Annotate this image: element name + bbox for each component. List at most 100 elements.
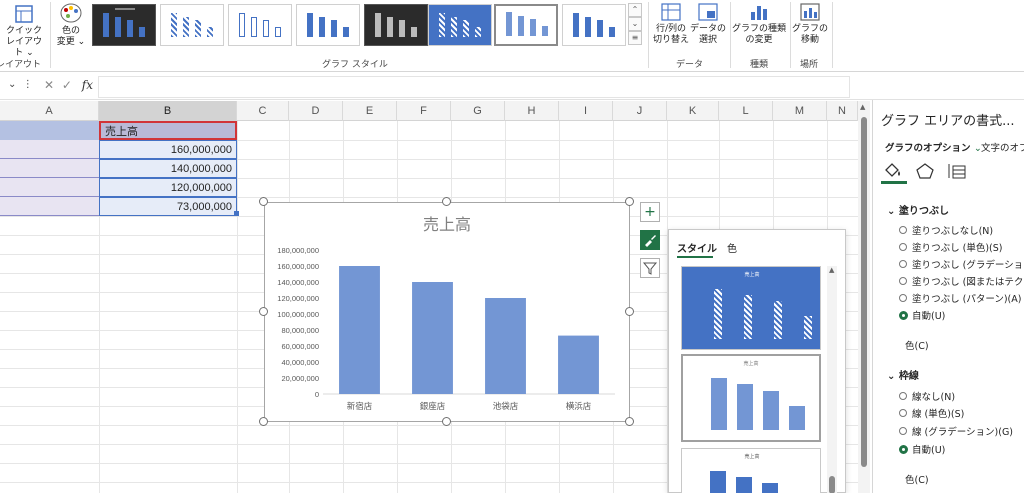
cell-a2[interactable] [0,140,99,159]
size-properties-tab[interactable] [947,162,967,183]
fill-section-header[interactable]: ⌄ 塗りつぶし [887,202,949,217]
resize-handle-ne[interactable] [625,197,634,206]
resize-handle-se[interactable] [625,417,634,426]
fill-handle[interactable] [234,211,239,216]
quick-layout-button[interactable]: クイック レイアウト ⌄ [2,4,46,59]
line-gradient-radio[interactable] [899,427,907,435]
cancel-icon[interactable]: ✕ [44,78,54,92]
column-header-d[interactable]: D [289,101,343,121]
cell-b2[interactable]: 160,000,000 [99,140,237,159]
tab-color[interactable]: 色 [727,240,737,255]
chart-elements-button[interactable]: + [640,202,660,222]
cell-b3[interactable]: 140,000,000 [99,159,237,178]
gallery-scroll-up[interactable]: ⌃ [628,3,642,17]
column-header-g[interactable]: G [451,101,505,121]
style-preview-3[interactable]: 売上高 [681,448,821,493]
line-auto-radio[interactable] [899,445,908,454]
column-header-f[interactable]: F [397,101,451,121]
fill-line-tab[interactable] [881,160,907,184]
bar[interactable] [485,298,526,394]
line-section-header[interactable]: ⌄ 枠線 [887,367,919,382]
line-none-radio[interactable] [899,392,907,400]
chart-filters-button[interactable] [640,258,660,278]
cell-a3[interactable] [0,159,99,178]
column-header-b[interactable]: B [99,101,237,121]
resize-handle-e[interactable] [625,307,634,316]
chart-styles-button[interactable] [640,230,660,250]
switch-row-column-button[interactable]: 行/列の 切り替え [652,2,690,46]
effects-tab[interactable] [915,162,935,183]
gallery-scroll-down[interactable]: ⌄ [628,17,642,31]
fill-solid-radio[interactable] [899,243,907,251]
column-header-h[interactable]: H [505,101,559,121]
resize-handle-w[interactable] [259,307,268,316]
column-header-j[interactable]: J [613,101,667,121]
cell-b5[interactable]: 73,000,000 [99,197,237,216]
cell-b1-header[interactable]: 売上高 [99,121,237,140]
line-none-label[interactable]: 線なし(N) [912,389,955,403]
line-gradient-label[interactable]: 線 (グラデーション)(G) [912,424,1013,438]
chart-area[interactable]: 売上高 0 20,000,000 40,000,000 60,000,000 80,00… [264,202,630,422]
bar[interactable] [558,335,599,394]
graph-options-tab[interactable]: グラフのオプション ⌄ [885,140,982,154]
chart-style-thumb-5[interactable] [364,4,428,46]
cell-a1[interactable] [0,121,99,140]
fill-auto-radio[interactable] [899,311,908,320]
column-header-a[interactable]: A [0,101,99,121]
sheet-vertical-scrollbar[interactable]: ▲ [858,101,870,493]
column-header-n[interactable]: N [827,101,858,121]
line-auto-label[interactable]: 自動(U) [912,442,945,456]
fill-gradient-label[interactable]: 塗りつぶし (グラデーション)(G) [912,257,1024,271]
move-chart-button[interactable]: グラフの 移動 [792,2,828,46]
bar[interactable] [339,266,380,394]
chart-style-thumb-6[interactable] [428,4,492,46]
text-options-tab[interactable]: 文字のオプシ [981,140,1024,154]
scroll-up-icon[interactable]: ▲ [829,266,834,274]
gallery-more[interactable]: ≡ [628,31,642,45]
resize-handle-nw[interactable] [259,197,268,206]
change-colors-button[interactable]: 色の 変更 ⌄ [54,2,88,48]
chart-style-thumb-3[interactable] [228,4,292,46]
column-header-c[interactable]: C [237,101,289,121]
chart-style-thumb-4[interactable] [296,4,360,46]
column-header-l[interactable]: L [719,101,773,121]
cell-a4[interactable] [0,178,99,197]
fill-auto-label[interactable]: 自動(U) [912,308,945,322]
style-preview-1[interactable]: 売上高 [681,266,821,350]
scroll-thumb[interactable] [861,117,867,467]
line-solid-radio[interactable] [899,409,907,417]
resize-handle-sw[interactable] [259,417,268,426]
column-header-e[interactable]: E [343,101,397,121]
tab-style[interactable]: スタイル [677,240,717,255]
bar[interactable] [412,282,453,394]
formula-input[interactable] [98,76,850,98]
chart-style-thumb-7-selected[interactable] [494,4,558,46]
fill-picture-radio[interactable] [899,277,907,285]
fill-solid-label[interactable]: 塗りつぶし (単色)(S) [912,240,1002,254]
fill-pattern-label[interactable]: 塗りつぶし (パターン)(A) [912,291,1021,305]
chart-style-thumb-8[interactable] [562,4,626,46]
resize-handle-n[interactable] [442,197,451,206]
column-header-m[interactable]: M [773,101,827,121]
fill-gradient-radio[interactable] [899,260,907,268]
scroll-thumb[interactable] [829,476,835,493]
column-header-k[interactable]: K [667,101,719,121]
fill-picture-label[interactable]: 塗りつぶし (図またはテクスチャ)( [912,274,1024,288]
chart-style-thumb-2[interactable] [160,4,224,46]
column-header-i[interactable]: I [559,101,613,121]
enter-icon[interactable]: ✓ [62,78,72,92]
fill-none-radio[interactable] [899,226,907,234]
chart-title[interactable]: 売上高 [423,215,471,234]
style-preview-2-selected[interactable]: 売上高 [681,354,821,442]
fill-pattern-radio[interactable] [899,294,907,302]
cell-a5[interactable] [0,197,99,216]
line-solid-label[interactable]: 線 (単色)(S) [912,406,964,420]
chart-style-thumb-1[interactable] [92,4,156,46]
change-chart-type-button[interactable]: グラフの種類 の変更 [732,2,786,46]
select-data-button[interactable]: データの 選択 [690,2,726,46]
name-box-dropdown[interactable]: ⌄ ⋮ [8,79,33,90]
scroll-up-icon[interactable]: ▲ [860,103,865,111]
fx-icon[interactable]: fx [82,78,93,92]
cell-b4[interactable]: 120,000,000 [99,178,237,197]
resize-handle-s[interactable] [442,417,451,426]
